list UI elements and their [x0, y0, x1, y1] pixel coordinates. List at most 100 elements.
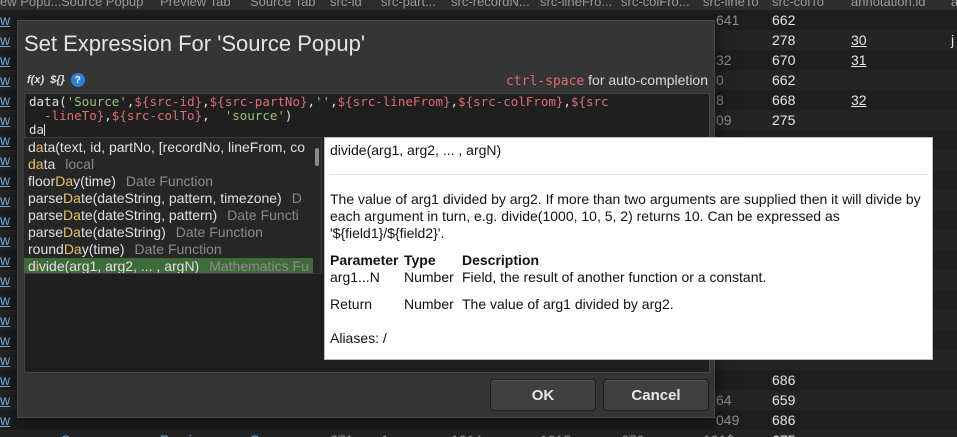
table-cell[interactable]: w — [0, 192, 10, 208]
column-header[interactable]: src-lineTo — [703, 0, 759, 9]
autocomplete-item[interactable]: parseDate(dateString) Date Function — [24, 224, 313, 241]
hint-text: for auto-completion — [584, 72, 708, 88]
table-cell[interactable]: 32 — [851, 92, 867, 108]
table-cell[interactable]: w — [0, 32, 10, 48]
autocomplete-item[interactable]: parseDate(dateString, pattern) Date Funct… — [24, 207, 313, 224]
column-header[interactable]: src-colFro... — [621, 0, 690, 9]
item-category: Date Functi — [227, 207, 299, 223]
column-header[interactable]: src-recordN... — [451, 0, 530, 9]
table-cell: 671 — [330, 432, 353, 437]
table-cell[interactable]: w — [0, 432, 10, 437]
resize-handle-icon[interactable] — [721, 428, 731, 437]
code-token: , — [563, 94, 571, 109]
item-text: vide(arg1, arg2, ... , argN) — [38, 258, 200, 274]
table-cell[interactable]: w — [0, 292, 10, 308]
column-header[interactable]: a — [951, 0, 957, 9]
autocomplete-item[interactable]: roundDay(time) Date Function — [24, 241, 313, 258]
table-cell: 679 — [621, 432, 644, 437]
table-cell[interactable]: Source — [61, 432, 105, 437]
table-cell[interactable]: w — [0, 252, 10, 268]
item-text: d — [28, 258, 36, 274]
table-cell[interactable]: w — [0, 212, 10, 228]
autocomplete-item[interactable]: data(text, id, partNo, [recordNo, lineFr… — [24, 139, 313, 156]
help-icon[interactable]: ? — [70, 73, 85, 87]
doc-return-name: Return — [330, 296, 373, 312]
item-text: parse — [28, 207, 64, 223]
code-token: ${src — [570, 94, 609, 109]
autocomplete-scrollbar[interactable] — [315, 148, 319, 166]
item-text: parse — [28, 224, 64, 240]
table-cell[interactable]: w — [0, 172, 10, 188]
doc-aliases: Aliases: / — [330, 330, 387, 346]
column-header[interactable]: src-part... — [381, 0, 436, 9]
code-token: data( — [29, 94, 67, 109]
autocomplete-hint: ctrl-space for auto-completion — [506, 72, 708, 89]
table-cell[interactable]: w — [0, 352, 10, 368]
code-token: -lineTo} — [29, 108, 105, 123]
table-cell[interactable]: w — [0, 92, 10, 108]
item-category: D — [291, 190, 302, 206]
code-token: , — [104, 108, 112, 123]
code-line[interactable]: da — [29, 123, 609, 137]
code-token: ${src-id} — [134, 94, 203, 109]
column-header[interactable]: src-colTo — [772, 0, 824, 9]
code-token: ${src-colTo} — [111, 108, 203, 123]
item-match: Da — [63, 241, 82, 257]
table-row[interactable]: w1016675SourcePreviewSource6711101410156… — [0, 430, 957, 437]
column-header[interactable]: Source Tab — [250, 0, 316, 9]
item-category: Date Function — [175, 224, 263, 240]
autocomplete-item[interactable]: data local — [24, 156, 313, 173]
table-cell: 662 — [772, 12, 796, 28]
table-cell[interactable]: 30 — [851, 32, 867, 48]
table-cell: j — [951, 32, 955, 48]
table-cell[interactable]: w — [0, 412, 10, 428]
code-line[interactable]: -lineTo},${src-colTo}, 'source') — [29, 109, 609, 123]
variable-icon[interactable]: ${} — [50, 74, 65, 86]
table-cell: 8 — [716, 92, 724, 108]
item-text: y(time) — [73, 173, 116, 189]
table-cell[interactable]: w — [0, 272, 10, 288]
table-cell[interactable]: w — [0, 52, 10, 68]
table-cell[interactable]: w — [0, 372, 10, 388]
code-token: ${src-colFrom} — [458, 94, 564, 109]
function-icon[interactable]: f(x) — [27, 74, 44, 86]
item-text: te(dateString, pattern, timezone) — [80, 190, 282, 206]
item-category: Mathematics Fu — [209, 258, 309, 274]
table-cell[interactable]: w — [0, 12, 10, 28]
column-header[interactable]: ew Popu... — [0, 0, 61, 9]
column-header[interactable]: annotation.id — [851, 0, 925, 9]
table-cell[interactable]: w — [0, 332, 10, 348]
table-cell: 662 — [772, 72, 796, 88]
table-cell: 64 — [716, 392, 732, 408]
table-cell[interactable]: w — [0, 392, 10, 408]
autocomplete-item[interactable]: parseDate(dateString, pattern, timezone)… — [24, 190, 313, 207]
table-cell[interactable]: w — [0, 152, 10, 168]
cancel-button[interactable]: Cancel — [603, 379, 709, 411]
table-cell[interactable]: w — [0, 312, 10, 328]
code-token: ${src-lineFrom} — [337, 94, 451, 109]
code-line[interactable]: data('Source',${src-id},${src-partNo},''… — [29, 95, 609, 109]
code-token: 'Source' — [66, 94, 127, 109]
expression-code[interactable]: data('Source',${src-id},${src-partNo},''… — [29, 95, 609, 137]
table-cell[interactable]: w — [0, 132, 10, 148]
table-cell[interactable]: w — [0, 72, 10, 88]
autocomplete-item[interactable]: floorDay(time) Date Function — [24, 173, 313, 190]
table-cell[interactable]: Preview — [160, 432, 210, 437]
ok-button[interactable]: OK — [490, 379, 596, 411]
code-token: , — [307, 94, 316, 109]
doc-header-parameter: Parameter — [330, 252, 399, 268]
code-token: ) — [284, 108, 293, 123]
table-cell: 32 — [716, 52, 732, 68]
column-header[interactable]: Preview Tab — [160, 0, 231, 9]
column-header[interactable]: src-lineFro... — [540, 0, 612, 9]
table-cell[interactable]: Source — [250, 432, 294, 437]
editor-toolbar: f(x) ${} ? — [27, 72, 85, 88]
autocomplete-list[interactable]: data(text, id, partNo, [recordNo, lineFr… — [23, 137, 322, 274]
table-cell[interactable]: w — [0, 112, 10, 128]
table-cell[interactable]: w — [0, 232, 10, 248]
table-cell[interactable]: 31 — [851, 52, 867, 68]
table-cell: 275 — [772, 112, 796, 128]
column-header[interactable]: src-id — [330, 0, 362, 9]
autocomplete-item[interactable]: divide(arg1, arg2, ... , argN) Mathematic… — [24, 258, 313, 274]
column-header[interactable]: Source Popup — [61, 0, 143, 9]
